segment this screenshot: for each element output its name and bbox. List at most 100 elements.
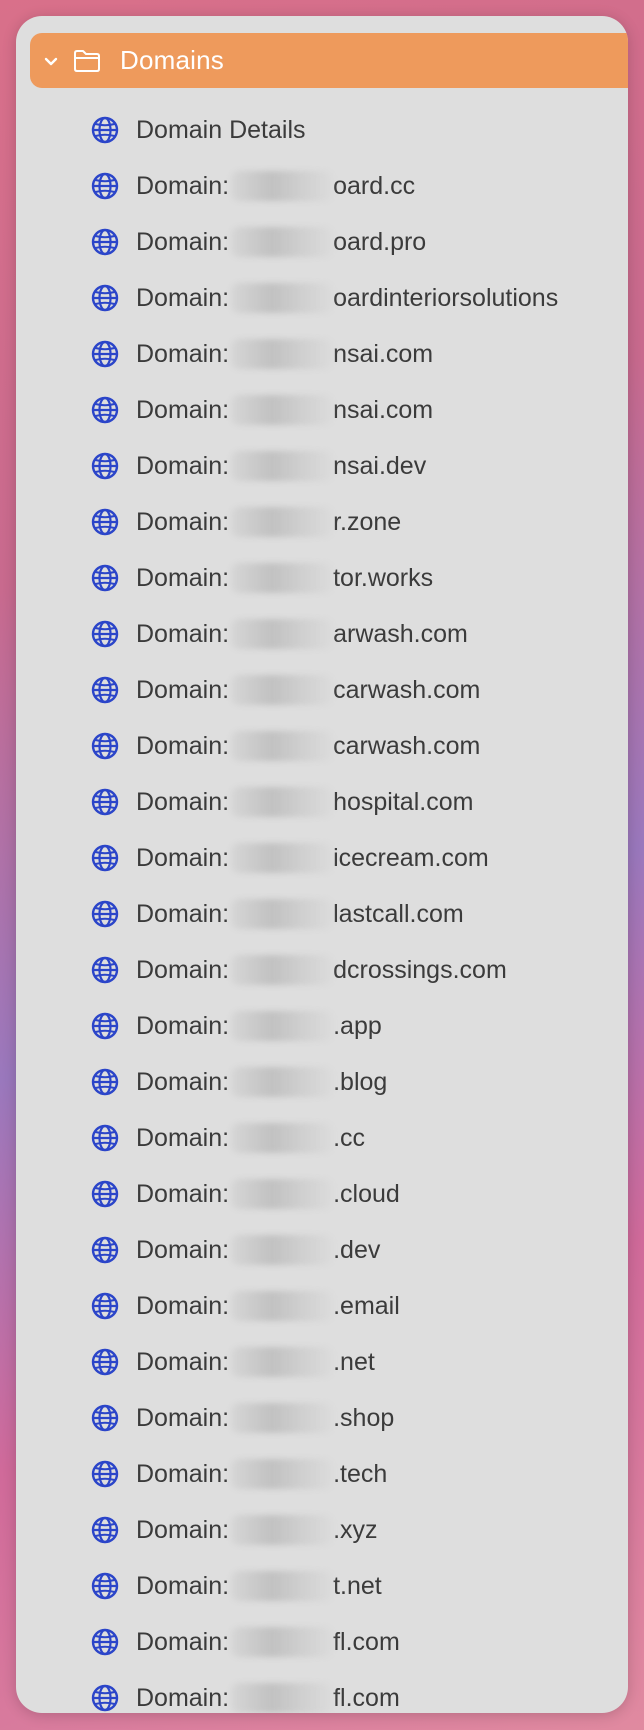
- globe-icon: [90, 338, 122, 370]
- domain-item[interactable]: Domain: carwash.com: [16, 718, 628, 774]
- globe-icon: [90, 562, 122, 594]
- redacted-text: [231, 1627, 334, 1657]
- globe-icon: [90, 730, 122, 762]
- domain-item[interactable]: Domain: r.zone: [16, 494, 628, 550]
- domain-item[interactable]: Domain: t.net: [16, 1558, 628, 1614]
- domain-item-prefix: Domain:: [136, 1515, 230, 1544]
- domain-item-suffix: dcrossings.com: [333, 955, 507, 984]
- domain-item[interactable]: Domain: .dev: [16, 1222, 628, 1278]
- domain-item-prefix: Domain:: [136, 451, 230, 480]
- domain-item-label: Domain: tor.works: [136, 563, 433, 593]
- domain-item-suffix: lastcall.com: [333, 899, 464, 928]
- redacted-text: [231, 339, 334, 369]
- redacted-text: [231, 899, 334, 929]
- globe-icon: [90, 1290, 122, 1322]
- redacted-text: [231, 1011, 334, 1041]
- domain-item[interactable]: Domain: oard.pro: [16, 214, 628, 270]
- domain-item-prefix: Domain:: [136, 1123, 230, 1152]
- domain-item[interactable]: Domain: hospital.com: [16, 774, 628, 830]
- globe-icon: [90, 1010, 122, 1042]
- domain-item-suffix: nsai.dev: [333, 451, 427, 480]
- domain-item[interactable]: Domain: tor.works: [16, 550, 628, 606]
- domain-item-suffix: .email: [333, 1291, 400, 1320]
- domain-item-suffix: .xyz: [333, 1515, 378, 1544]
- domain-item-label: Domain: fl.com: [136, 1627, 400, 1657]
- domain-item-suffix: .shop: [333, 1403, 395, 1432]
- redacted-text: [231, 955, 334, 985]
- domain-item[interactable]: Domain: oardinteriorsolutions: [16, 270, 628, 326]
- domain-item[interactable]: Domain: lastcall.com: [16, 886, 628, 942]
- domain-item-suffix: .blog: [333, 1067, 388, 1096]
- domain-item[interactable]: Domain: .tech: [16, 1446, 628, 1502]
- domain-item-suffix: .tech: [333, 1459, 388, 1488]
- globe-icon: [90, 450, 122, 482]
- globe-icon: [90, 114, 122, 146]
- sidebar-panel: Domains Domain Details Domain: oard.cc Doma…: [16, 16, 628, 1713]
- globe-icon: [90, 170, 122, 202]
- redacted-text: [231, 1403, 334, 1433]
- domain-item-prefix: Domain:: [136, 675, 230, 704]
- chevron-down-icon[interactable]: [36, 46, 66, 76]
- domain-item-prefix: Domain:: [136, 563, 230, 592]
- domain-item-suffix: .dev: [333, 1235, 381, 1264]
- globe-icon: [90, 1178, 122, 1210]
- domain-item-suffix: icecream.com: [333, 843, 489, 872]
- redacted-text: [231, 843, 334, 873]
- domain-item[interactable]: Domain: nsai.com: [16, 382, 628, 438]
- domain-item[interactable]: Domain: arwash.com: [16, 606, 628, 662]
- domain-item[interactable]: Domain: .email: [16, 1278, 628, 1334]
- domain-item-suffix: r.zone: [333, 507, 402, 536]
- domain-item-label: Domain: dcrossings.com: [136, 955, 507, 985]
- domain-item[interactable]: Domain: .blog: [16, 1054, 628, 1110]
- domain-item[interactable]: Domain: oard.cc: [16, 158, 628, 214]
- domain-item[interactable]: Domain: nsai.com: [16, 326, 628, 382]
- redacted-text: [231, 171, 334, 201]
- domains-folder-row[interactable]: Domains: [30, 33, 628, 88]
- redacted-text: [231, 451, 334, 481]
- globe-icon: [90, 842, 122, 874]
- globe-icon: [90, 506, 122, 538]
- redacted-text: [231, 1179, 334, 1209]
- domain-item[interactable]: Domain: fl.com: [16, 1670, 628, 1713]
- domain-item-prefix: Domain:: [136, 1571, 230, 1600]
- domain-item[interactable]: Domain: carwash.com: [16, 662, 628, 718]
- domain-item[interactable]: Domain: dcrossings.com: [16, 942, 628, 998]
- domain-item[interactable]: Domain: .app: [16, 998, 628, 1054]
- domain-item-prefix: Domain:: [136, 787, 230, 816]
- domain-item-suffix: hospital.com: [333, 787, 474, 816]
- domain-item-suffix: carwash.com: [333, 731, 481, 760]
- globe-icon: [90, 282, 122, 314]
- redacted-text: [231, 1459, 334, 1489]
- globe-icon: [90, 618, 122, 650]
- domain-item-label: Domain: .blog: [136, 1067, 387, 1097]
- domain-item[interactable]: Domain: fl.com: [16, 1614, 628, 1670]
- domain-item-suffix: tor.works: [333, 563, 434, 592]
- folder-label: Domains: [120, 45, 224, 75]
- globe-icon: [90, 1514, 122, 1546]
- domain-item-suffix: oard.pro: [333, 227, 427, 256]
- domain-item-suffix: fl.com: [333, 1683, 400, 1712]
- domain-item-prefix: Domain:: [136, 1179, 230, 1208]
- domain-item[interactable]: Domain: .cloud: [16, 1166, 628, 1222]
- domain-item-label: Domain: r.zone: [136, 507, 401, 537]
- domain-item-label: Domain: lastcall.com: [136, 899, 464, 929]
- globe-icon: [90, 954, 122, 986]
- globe-icon: [90, 1066, 122, 1098]
- globe-icon: [90, 1570, 122, 1602]
- domain-item-prefix: Domain:: [136, 1067, 230, 1096]
- domain-item[interactable]: Domain: .xyz: [16, 1502, 628, 1558]
- domain-item[interactable]: Domain: icecream.com: [16, 830, 628, 886]
- domain-item-suffix: .cloud: [333, 1179, 400, 1208]
- domain-item-label: Domain: carwash.com: [136, 731, 480, 761]
- redacted-text: [231, 283, 334, 313]
- domain-item[interactable]: Domain: .shop: [16, 1390, 628, 1446]
- domain-item-label: Domain: carwash.com: [136, 675, 480, 705]
- domain-item[interactable]: Domain: .net: [16, 1334, 628, 1390]
- domain-item[interactable]: Domain: nsai.dev: [16, 438, 628, 494]
- domain-item[interactable]: Domain: .cc: [16, 1110, 628, 1166]
- domain-item-prefix: Domain:: [136, 619, 230, 648]
- redacted-text: [231, 675, 334, 705]
- domain-details-item[interactable]: Domain Details: [16, 102, 628, 158]
- domain-item-label: Domain: icecream.com: [136, 843, 489, 873]
- domain-item-suffix: oardinteriorsolutions: [333, 283, 559, 312]
